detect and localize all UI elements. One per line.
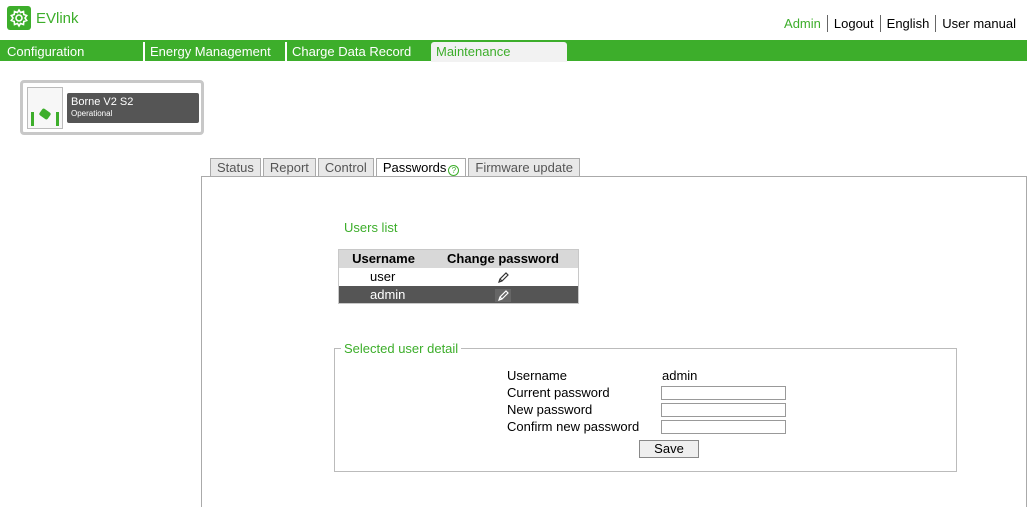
users-table: Username Change password user admin — [338, 249, 579, 304]
current-user-link[interactable]: Admin — [778, 16, 827, 32]
column-header-username: Username — [338, 249, 429, 268]
nav-charge-data-record[interactable]: Charge Data Record — [285, 42, 428, 61]
station-label: Borne V2 S2 Operational — [67, 93, 199, 123]
tab-passwords[interactable]: Passwords? — [375, 158, 467, 177]
station-status: Operational — [71, 109, 113, 118]
nav-maintenance[interactable]: Maintenance — [431, 42, 567, 62]
users-list-title: Users list — [344, 220, 398, 235]
app-title: EVlink — [36, 9, 79, 27]
column-header-change-password: Change password — [428, 249, 579, 268]
username-cell: admin — [338, 285, 429, 304]
station-card[interactable]: Borne V2 S2 Operational — [20, 80, 204, 135]
tab-passwords-label: Passwords — [382, 160, 447, 175]
new-password-field[interactable] — [661, 403, 786, 417]
table-row[interactable]: user — [339, 268, 579, 286]
edit-pencil-icon[interactable] — [495, 288, 512, 302]
tab-control[interactable]: Control — [317, 158, 374, 176]
nav-configuration[interactable]: Configuration — [2, 42, 143, 61]
app-logo: EVlink — [7, 6, 79, 30]
confirm-password-label: Confirm new password — [507, 419, 640, 434]
username-cell: user — [370, 269, 396, 284]
help-icon[interactable]: ? — [448, 165, 460, 176]
language-link[interactable]: English — [881, 16, 936, 32]
top-links: Admin Logout English User manual — [778, 15, 1022, 32]
charging-station-icon — [27, 87, 63, 129]
maintenance-tabs: Status Report Control Passwords? Firmwar… — [210, 158, 582, 177]
current-password-field[interactable] — [661, 386, 786, 400]
tab-report[interactable]: Report — [262, 158, 316, 176]
table-row-selected[interactable]: admin — [338, 285, 579, 304]
confirm-password-field[interactable] — [661, 420, 786, 434]
username-value: admin — [662, 368, 698, 383]
station-name: Borne V2 S2 — [71, 96, 134, 108]
edit-pencil-icon[interactable] — [495, 271, 511, 284]
main-nav: Configuration Energy Management Charge D… — [0, 40, 1027, 62]
gear-icon — [7, 6, 31, 30]
nav-energy-management[interactable]: Energy Management — [143, 42, 283, 61]
save-button[interactable]: Save — [639, 440, 699, 458]
detail-legend: Selected user detail — [344, 341, 459, 356]
current-password-label: Current password — [507, 385, 610, 400]
user-manual-link[interactable]: User manual — [936, 16, 1022, 32]
new-password-label: New password — [507, 402, 593, 417]
tab-status[interactable]: Status — [210, 158, 261, 176]
tab-firmware-update[interactable]: Firmware update — [468, 158, 580, 176]
username-label: Username — [507, 368, 567, 383]
logout-link[interactable]: Logout — [828, 16, 880, 32]
